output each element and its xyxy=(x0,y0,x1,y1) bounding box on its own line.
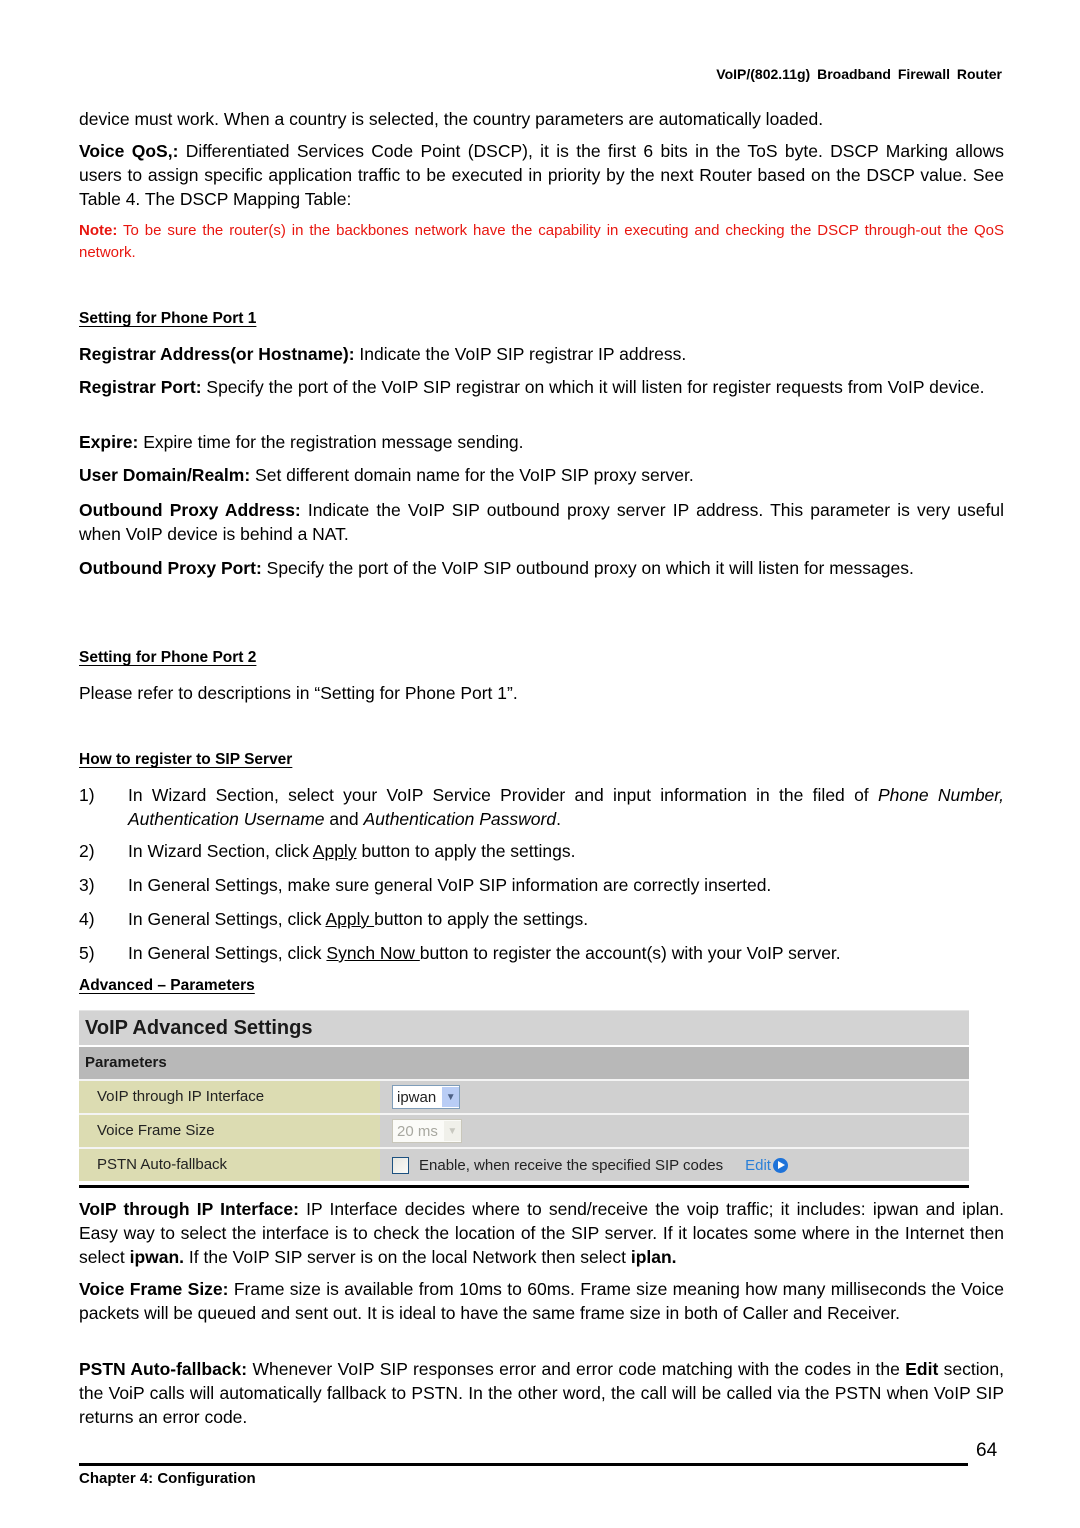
voip-advanced-settings-panel: VoIP Advanced Settings Parameters VoIP t… xyxy=(79,1010,969,1188)
row-value: ipwan ▼ xyxy=(380,1081,969,1113)
note-text: To be sure the router(s) in the backbone… xyxy=(79,222,1004,261)
apply-link[interactable]: Apply xyxy=(313,841,357,861)
qos-paragraph: Voice QoS,: Differentiated Services Code… xyxy=(79,139,1004,211)
chapter-label: Chapter 4: Configuration xyxy=(79,1470,256,1487)
term-text: Indicate the VoIP SIP registrar IP addre… xyxy=(354,344,687,364)
step-text-part: button to apply the settings. xyxy=(374,909,589,929)
step-text: In Wizard Section, click Apply button to… xyxy=(128,839,1004,863)
heading-phone-port-2: Setting for Phone Port 2 xyxy=(79,649,257,666)
chevron-down-icon[interactable]: ▼ xyxy=(442,1087,460,1107)
term-text: Whenever VoIP SIP responses error and er… xyxy=(247,1359,906,1379)
row-value: Enable, when receive the specified SIP c… xyxy=(380,1149,969,1181)
term-text: Set different domain name for the VoIP S… xyxy=(250,465,694,485)
step-text-part: . xyxy=(556,809,561,829)
pstn-fallback-checkbox[interactable] xyxy=(392,1156,409,1174)
term-label: User Domain/Realm: xyxy=(79,465,251,485)
term-label: Outbound Proxy Port: xyxy=(79,558,262,578)
term-label: Outbound Proxy Address: xyxy=(79,500,301,520)
page-number: 64 xyxy=(976,1440,998,1461)
step-number: 4) xyxy=(79,909,95,929)
step-text-part: In General Settings, click xyxy=(128,943,327,963)
step-item: 4) In General Settings, click Apply butt… xyxy=(79,907,1004,931)
country-paragraph: device must work. When a country is sele… xyxy=(79,109,824,129)
pstn-description: PSTN Auto-fallback: Whenever VoIP SIP re… xyxy=(79,1357,1004,1429)
edit-link[interactable]: Edit xyxy=(745,1157,788,1174)
step-text-part: In Wizard Section, select your VoIP Serv… xyxy=(128,785,878,805)
step-italic: Authentication Password xyxy=(363,809,557,829)
settings-row: PSTN Auto-fallback Enable, when receive … xyxy=(79,1147,969,1181)
registrar-port-paragraph: Registrar Port: Specify the port of the … xyxy=(79,375,1004,399)
step-item: 3) In General Settings, make sure genera… xyxy=(79,873,1004,897)
term-label: Registrar Address(or Hostname): xyxy=(79,344,355,364)
step-number: 3) xyxy=(79,875,95,895)
outbound-proxy-address-paragraph: Outbound Proxy Address: Indicate the VoI… xyxy=(79,498,1004,546)
term-label: Expire: xyxy=(79,432,139,452)
checkbox-label: Enable, when receive the specified SIP c… xyxy=(419,1156,724,1174)
term-bold: iplan. xyxy=(630,1247,677,1267)
step-item: 5) In General Settings, click Synch Now … xyxy=(79,941,1004,965)
term-text: Specify the port of the VoIP SIP registr… xyxy=(201,377,985,397)
step-item: 2) In Wizard Section, click Apply button… xyxy=(79,839,1004,863)
panel-title: VoIP Advanced Settings xyxy=(79,1010,969,1045)
settings-row: VoIP through IP Interface ipwan ▼ xyxy=(79,1079,969,1113)
step-number: 1) xyxy=(79,785,95,805)
step-text-part: In General Settings, make sure general V… xyxy=(128,875,772,895)
ip-interface-description: VoIP through IP Interface: IP Interface … xyxy=(79,1197,1004,1269)
term-bold: Edit xyxy=(905,1359,939,1379)
select-value: 20 ms xyxy=(397,1122,438,1140)
ip-interface-select[interactable]: ipwan ▼ xyxy=(392,1085,461,1109)
synch-now-link[interactable]: Synch Now xyxy=(326,943,419,963)
step-text-part: button to register the account(s) with y… xyxy=(419,943,841,963)
frame-size-description: Voice Frame Size: Frame size is availabl… xyxy=(79,1277,1004,1325)
step-number: 2) xyxy=(79,841,95,861)
document-page: VoIP/(802.11g) Broadband Firewall Router… xyxy=(0,0,1080,1528)
section-header: Parameters xyxy=(79,1047,969,1079)
step-text-part: In Wizard Section, click xyxy=(128,841,313,861)
term-label: Registrar Port: xyxy=(79,377,202,397)
step-text: In Wizard Section, select your VoIP Serv… xyxy=(128,783,1004,831)
outbound-proxy-port-paragraph: Outbound Proxy Port: Specify the port of… xyxy=(79,556,1004,580)
step-text: In General Settings, click Apply button … xyxy=(128,907,1004,931)
note-paragraph: Note: To be sure the router(s) in the ba… xyxy=(79,220,1004,264)
select-value: ipwan xyxy=(397,1088,437,1106)
term-label: PSTN Auto-fallback: xyxy=(79,1359,248,1379)
heading-phone-port-1: Setting for Phone Port 1 xyxy=(79,310,257,327)
settings-row: Voice Frame Size 20 ms ▼ xyxy=(79,1113,969,1147)
arrow-right-circle-icon[interactable] xyxy=(772,1157,788,1173)
step-text-part: and xyxy=(324,809,364,829)
edit-label[interactable]: Edit xyxy=(745,1157,771,1174)
qos-label: Voice QoS,: xyxy=(79,141,179,161)
frame-size-select: 20 ms ▼ xyxy=(392,1119,462,1143)
term-text: Specify the port of the VoIP SIP outboun… xyxy=(261,558,914,578)
phone-port-2-paragraph: Please refer to descriptions in “Setting… xyxy=(79,683,518,703)
step-item: 1) In Wizard Section, select your VoIP S… xyxy=(79,783,1004,831)
panel-bottom-rule xyxy=(79,1185,969,1188)
qos-text: Differentiated Services Code Point (DSCP… xyxy=(79,141,1004,209)
row-label: PSTN Auto-fallback xyxy=(79,1149,380,1181)
apply-link[interactable]: Apply xyxy=(325,909,374,929)
term-text: If the VoIP SIP server is on the local N… xyxy=(184,1247,631,1267)
registrar-address-paragraph: Registrar Address(or Hostname): Indicate… xyxy=(79,342,1004,366)
step-text-part: button to apply the settings. xyxy=(356,841,576,861)
expire-paragraph: Expire: Expire time for the registration… xyxy=(79,430,1004,454)
heading-register-sip: How to register to SIP Server xyxy=(79,751,293,768)
term-text: Expire time for the registration message… xyxy=(138,432,524,452)
step-text: In General Settings, make sure general V… xyxy=(128,873,1004,897)
heading-advanced-parameters: Advanced – Parameters xyxy=(79,977,255,994)
term-bold: ipwan. xyxy=(129,1247,185,1267)
row-label: VoIP through IP Interface xyxy=(79,1081,380,1113)
note-label: Note: xyxy=(79,222,118,239)
row-label: Voice Frame Size xyxy=(79,1115,380,1147)
step-number: 5) xyxy=(79,943,95,963)
page-header: VoIP/(802.11g) Broadband Firewall Router xyxy=(716,66,1002,82)
chevron-down-icon: ▼ xyxy=(443,1121,461,1141)
row-value: 20 ms ▼ xyxy=(380,1115,969,1147)
step-text: In General Settings, click Synch Now but… xyxy=(128,941,1004,965)
footer-rule xyxy=(79,1463,968,1466)
term-label: Voice Frame Size: xyxy=(79,1279,229,1299)
step-text-part: In General Settings, click xyxy=(128,909,326,929)
user-domain-paragraph: User Domain/Realm: Set different domain … xyxy=(79,463,1004,487)
term-label: VoIP through IP Interface: xyxy=(79,1199,299,1219)
